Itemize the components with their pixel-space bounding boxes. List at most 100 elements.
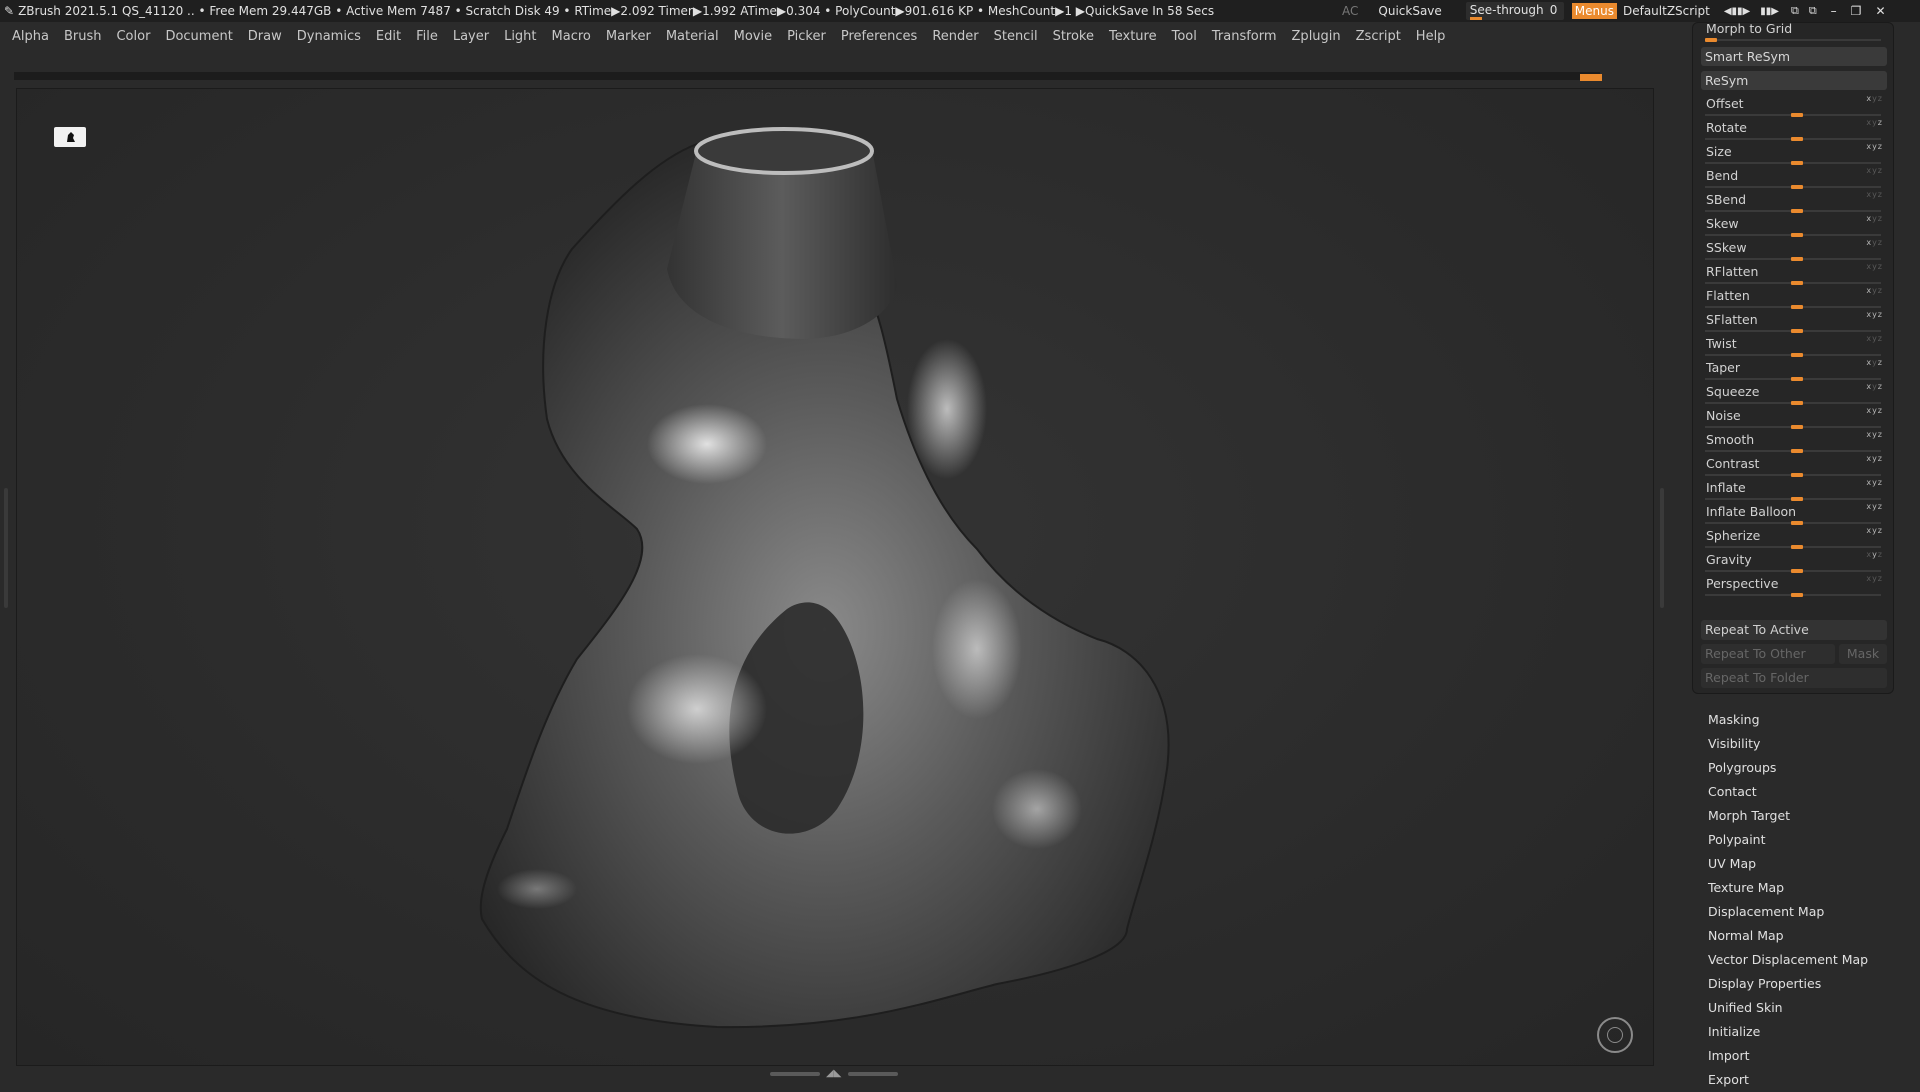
slider-knob[interactable] (1791, 185, 1803, 189)
menu-draw[interactable]: Draw (248, 29, 282, 44)
layout-arrows-icon[interactable]: ◀▮▮▶ (1724, 6, 1750, 17)
subpalette-visibility[interactable]: Visibility (1708, 732, 1908, 756)
axis-toggle-icon[interactable]: xyz (1866, 382, 1883, 391)
morph-to-grid-slider[interactable]: Morph to Grid (1701, 20, 1887, 42)
right-tray-handle[interactable] (1660, 488, 1664, 608)
subpalette-display-properties[interactable]: Display Properties (1708, 972, 1908, 996)
bottom-tray-handle[interactable]: ◢◣ (770, 1068, 900, 1079)
bend-slider[interactable]: Bend xyz (1701, 166, 1887, 189)
axis-toggle-icon[interactable]: xyz (1866, 334, 1883, 343)
menu-edit[interactable]: Edit (376, 29, 401, 44)
repeat-to-folder-button[interactable]: Repeat To Folder (1701, 668, 1887, 688)
offset-slider[interactable]: Offset xyz (1701, 94, 1887, 117)
sculpt-model[interactable] (17, 89, 1654, 1066)
subpalette-uv-map[interactable]: UV Map (1708, 852, 1908, 876)
maximize-icon[interactable]: ❐ (1851, 4, 1862, 18)
menus-button[interactable]: Menus (1571, 3, 1617, 19)
subpalette-unified-skin[interactable]: Unified Skin (1708, 996, 1908, 1020)
size-slider[interactable]: Size xyz (1701, 142, 1887, 165)
axis-toggle-icon[interactable]: xyz (1866, 94, 1883, 103)
sskew-slider[interactable]: SSkew xyz (1701, 238, 1887, 261)
axis-toggle-icon[interactable]: xyz (1866, 262, 1883, 271)
slider-knob[interactable] (1791, 281, 1803, 285)
menu-brush[interactable]: Brush (64, 29, 102, 44)
slider-knob[interactable] (1791, 593, 1803, 597)
menu-zscript[interactable]: Zscript (1356, 29, 1401, 44)
subpalette-initialize[interactable]: Initialize (1708, 1020, 1908, 1044)
menu-light[interactable]: Light (504, 29, 536, 44)
menu-document[interactable]: Document (165, 29, 232, 44)
slider-knob[interactable] (1791, 209, 1803, 213)
slider-knob[interactable] (1791, 353, 1803, 357)
menu-zplugin[interactable]: Zplugin (1292, 29, 1341, 44)
menu-layer[interactable]: Layer (453, 29, 489, 44)
quicksave-button[interactable]: QuickSave (1378, 4, 1441, 18)
menu-texture[interactable]: Texture (1109, 29, 1157, 44)
taper-slider[interactable]: Taper xyz (1701, 358, 1887, 381)
sbend-slider[interactable]: SBend xyz (1701, 190, 1887, 213)
slider-knob[interactable] (1791, 473, 1803, 477)
rflatten-slider[interactable]: RFlatten xyz (1701, 262, 1887, 285)
window-restore-icon[interactable]: ⧉ (1809, 4, 1817, 18)
menu-dynamics[interactable]: Dynamics (297, 29, 361, 44)
slider-knob[interactable] (1791, 113, 1803, 117)
canvas-viewport[interactable] (16, 88, 1654, 1066)
slider-knob[interactable] (1791, 161, 1803, 165)
timeline-strip[interactable] (14, 72, 1602, 81)
slider-knob[interactable] (1791, 401, 1803, 405)
spherize-slider[interactable]: Spherize xyz (1701, 526, 1887, 549)
subpalette-import[interactable]: Import (1708, 1044, 1908, 1068)
rotate-slider[interactable]: Rotate xyz (1701, 118, 1887, 141)
axis-toggle-icon[interactable]: xyz (1866, 502, 1883, 511)
axis-toggle-icon[interactable]: xyz (1866, 550, 1883, 559)
slider-knob[interactable] (1791, 497, 1803, 501)
slider-knob[interactable] (1791, 569, 1803, 573)
repeat-to-other-button[interactable]: Repeat To Other (1701, 644, 1835, 664)
subpalette-vector-displacement-map[interactable]: Vector Displacement Map (1708, 948, 1908, 972)
slider-knob[interactable] (1791, 257, 1803, 261)
smart-resym-button[interactable]: Smart ReSym (1701, 47, 1887, 66)
window-arrange-icon[interactable]: ⧉ (1791, 4, 1799, 18)
default-zscript-button[interactable]: DefaultZScript (1623, 4, 1710, 18)
slider-knob[interactable] (1791, 377, 1803, 381)
subpalette-displacement-map[interactable]: Displacement Map (1708, 900, 1908, 924)
slider-knob[interactable] (1791, 137, 1803, 141)
axis-toggle-icon[interactable]: xyz (1866, 214, 1883, 223)
axis-toggle-icon[interactable]: xyz (1866, 406, 1883, 415)
subpalette-polygroups[interactable]: Polygroups (1708, 756, 1908, 780)
slider-knob[interactable] (1791, 521, 1803, 525)
resym-button[interactable]: ReSym (1701, 71, 1887, 90)
menu-render[interactable]: Render (932, 29, 978, 44)
navigation-gizmo-icon[interactable] (1597, 1017, 1633, 1053)
axis-toggle-icon[interactable]: xyz (1866, 166, 1883, 175)
menu-stencil[interactable]: Stencil (994, 29, 1038, 44)
axis-toggle-icon[interactable]: xyz (1866, 478, 1883, 487)
ac-label[interactable]: AC (1342, 4, 1358, 18)
axis-toggle-icon[interactable]: xyz (1866, 118, 1883, 127)
slider-knob[interactable] (1791, 329, 1803, 333)
subpalette-export[interactable]: Export (1708, 1068, 1908, 1092)
inflate-balloon-slider[interactable]: Inflate Balloon xyz (1701, 502, 1887, 525)
flatten-slider[interactable]: Flatten xyz (1701, 286, 1887, 309)
smooth-slider[interactable]: Smooth xyz (1701, 430, 1887, 453)
slider-knob[interactable] (1791, 545, 1803, 549)
subpalette-normal-map[interactable]: Normal Map (1708, 924, 1908, 948)
noise-slider[interactable]: Noise xyz (1701, 406, 1887, 429)
menu-alpha[interactable]: Alpha (12, 29, 49, 44)
menu-macro[interactable]: Macro (552, 29, 591, 44)
axis-toggle-icon[interactable]: xyz (1866, 142, 1883, 151)
skew-slider[interactable]: Skew xyz (1701, 214, 1887, 237)
slider-knob[interactable] (1791, 425, 1803, 429)
layout-arrows2-icon[interactable]: ▮▮▶ (1760, 6, 1779, 17)
menu-movie[interactable]: Movie (734, 29, 772, 44)
menu-stroke[interactable]: Stroke (1053, 29, 1094, 44)
subpalette-masking[interactable]: Masking (1708, 708, 1908, 732)
axis-toggle-icon[interactable]: xyz (1866, 238, 1883, 247)
seethrough-slider[interactable]: See-through 0 (1465, 2, 1564, 20)
sflatten-slider[interactable]: SFlatten xyz (1701, 310, 1887, 333)
subpalette-contact[interactable]: Contact (1708, 780, 1908, 804)
axis-toggle-icon[interactable]: xyz (1866, 574, 1883, 583)
contrast-slider[interactable]: Contrast xyz (1701, 454, 1887, 477)
menu-color[interactable]: Color (116, 29, 150, 44)
menu-file[interactable]: File (416, 29, 438, 44)
